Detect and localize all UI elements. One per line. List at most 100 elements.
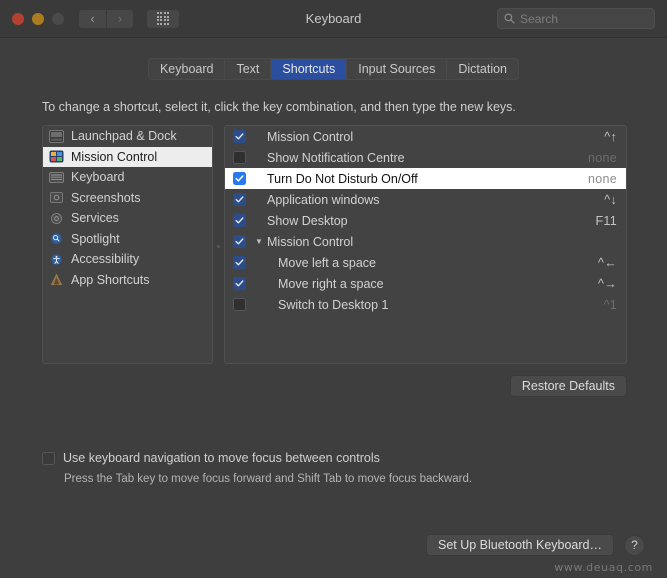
shortcut-label: Switch to Desktop 1 [255, 298, 604, 312]
shortcut-checkbox[interactable] [233, 277, 246, 290]
table-row[interactable]: Switch to Desktop 1 ^1 [225, 294, 626, 315]
forward-button[interactable]: › [106, 9, 134, 29]
search-input[interactable]: Search [520, 12, 558, 26]
search-field[interactable]: Search [497, 8, 655, 29]
shortcut-key[interactable]: F11 [595, 214, 617, 228]
restore-defaults-row: Restore Defaults [0, 375, 627, 397]
shortcut-key[interactable]: ^1 [604, 298, 617, 312]
shortcut-label: Show Desktop [267, 214, 595, 228]
table-row[interactable]: Application windows ^↓ [225, 189, 626, 210]
sidebar-item-launchpad-dock[interactable]: Launchpad & Dock [43, 126, 212, 147]
category-list[interactable]: Launchpad & Dock Mission Control [42, 125, 213, 364]
screenshots-icon [49, 191, 64, 205]
shortcut-label: Application windows [267, 193, 604, 207]
shortcut-checkbox[interactable] [233, 130, 246, 143]
sidebar-item-label: Screenshots [71, 191, 140, 205]
navigation-buttons: ‹ › [78, 9, 134, 29]
sidebar-item-label: Services [71, 211, 119, 225]
tab-text[interactable]: Text [225, 59, 271, 79]
tab-shortcuts[interactable]: Shortcuts [271, 59, 347, 79]
shortcut-checkbox[interactable] [233, 256, 246, 269]
table-row[interactable]: Move left a space ^← [225, 252, 626, 273]
watermark: www.deuaq.com [554, 561, 653, 574]
check-icon [235, 279, 244, 288]
bottom-bar: Set Up Bluetooth Keyboard… ? [0, 534, 667, 556]
zoom-window-button[interactable] [52, 13, 64, 25]
check-icon [235, 195, 244, 204]
shortcut-checkbox[interactable] [233, 298, 246, 311]
tab-bar-container: Keyboard Text Shortcuts Input Sources Di… [0, 58, 667, 80]
grid-icon [157, 12, 170, 25]
check-icon [235, 216, 244, 225]
shortcut-key[interactable]: none [588, 151, 617, 165]
shortcut-key[interactable]: ^↓ [604, 193, 617, 207]
keyboard-navigation-checkbox[interactable] [42, 452, 55, 465]
help-button[interactable]: ? [624, 535, 645, 556]
restore-defaults-button[interactable]: Restore Defaults [510, 375, 627, 397]
sidebar-item-accessibility[interactable]: Accessibility [43, 249, 212, 270]
shortcut-list[interactable]: Mission Control ^↑ Show Notification Cen… [224, 125, 627, 364]
window-titlebar: ‹ › Keyboard Search [0, 0, 667, 38]
table-row[interactable]: Show Notification Centre none [225, 147, 626, 168]
table-row[interactable]: Show Desktop F11 [225, 210, 626, 231]
table-row-group[interactable]: ▼ Mission Control [225, 231, 626, 252]
set-up-bluetooth-keyboard-button[interactable]: Set Up Bluetooth Keyboard… [426, 534, 614, 556]
tab-input-sources[interactable]: Input Sources [347, 59, 447, 79]
chevron-left-icon: ‹ [90, 12, 94, 25]
table-row[interactable]: Move right a space ^→ [225, 273, 626, 294]
panel-splitter[interactable] [213, 125, 224, 364]
shortcut-label: Show Notification Centre [267, 151, 588, 165]
shortcut-key[interactable]: ^↑ [604, 130, 617, 144]
accessibility-icon [49, 252, 64, 266]
sidebar-item-screenshots[interactable]: Screenshots [43, 188, 212, 209]
shortcut-key[interactable]: ^← [598, 256, 617, 270]
sidebar-item-keyboard[interactable]: Keyboard [43, 167, 212, 188]
sidebar-item-label: App Shortcuts [71, 273, 150, 287]
sidebar-item-mission-control[interactable]: Mission Control [43, 147, 212, 168]
shortcut-checkbox[interactable] [233, 193, 246, 206]
sidebar-item-label: Keyboard [71, 170, 125, 184]
back-button[interactable]: ‹ [78, 9, 106, 29]
keyboard-preferences-window: ‹ › Keyboard Search [0, 0, 667, 578]
check-icon [235, 174, 244, 183]
shortcut-label: Turn Do Not Disturb On/Off [267, 172, 588, 186]
sidebar-item-spotlight[interactable]: Spotlight [43, 229, 212, 250]
spotlight-icon [49, 232, 64, 246]
close-window-button[interactable] [12, 13, 24, 25]
sidebar-item-label: Spotlight [71, 232, 120, 246]
minimize-window-button[interactable] [32, 13, 44, 25]
show-all-preferences-button[interactable] [146, 9, 180, 29]
tab-bar: Keyboard Text Shortcuts Input Sources Di… [148, 58, 519, 80]
sidebar-item-label: Mission Control [71, 150, 157, 164]
shortcut-checkbox[interactable] [233, 172, 246, 185]
keyboard-navigation-sublabel: Press the Tab key to move focus forward … [64, 473, 667, 485]
shortcut-group-label: Mission Control [267, 235, 617, 249]
keyboard-navigation-row[interactable]: Use keyboard navigation to move focus be… [42, 451, 667, 465]
shortcut-label: Mission Control [267, 130, 604, 144]
shortcut-key[interactable]: ^→ [598, 277, 617, 291]
sidebar-item-label: Accessibility [71, 252, 139, 266]
mission-control-icon [49, 150, 64, 164]
shortcut-checkbox[interactable] [233, 214, 246, 227]
chevron-right-icon: › [118, 12, 122, 25]
disclosure-triangle-icon[interactable]: ▼ [255, 238, 266, 246]
tab-dictation[interactable]: Dictation [447, 59, 518, 79]
shortcut-label: Move right a space [255, 277, 598, 291]
check-icon [235, 132, 244, 141]
check-icon [235, 237, 244, 246]
check-icon [235, 258, 244, 267]
tab-keyboard[interactable]: Keyboard [149, 59, 226, 79]
sidebar-item-services[interactable]: Services [43, 208, 212, 229]
traffic-lights [12, 13, 64, 25]
shortcut-checkbox[interactable] [233, 151, 246, 164]
sidebar-item-label: Launchpad & Dock [71, 129, 177, 143]
table-row[interactable]: Mission Control ^↑ [225, 126, 626, 147]
preferences-content: Keyboard Text Shortcuts Input Sources Di… [0, 38, 667, 578]
shortcut-key[interactable]: none [588, 172, 617, 186]
keyboard-navigation-label: Use keyboard navigation to move focus be… [63, 451, 380, 465]
table-row-selected[interactable]: Turn Do Not Disturb On/Off none [225, 168, 626, 189]
app-shortcuts-icon [49, 273, 64, 287]
shortcut-checkbox[interactable] [233, 235, 246, 248]
search-icon [504, 13, 515, 24]
sidebar-item-app-shortcuts[interactable]: App Shortcuts [43, 270, 212, 291]
